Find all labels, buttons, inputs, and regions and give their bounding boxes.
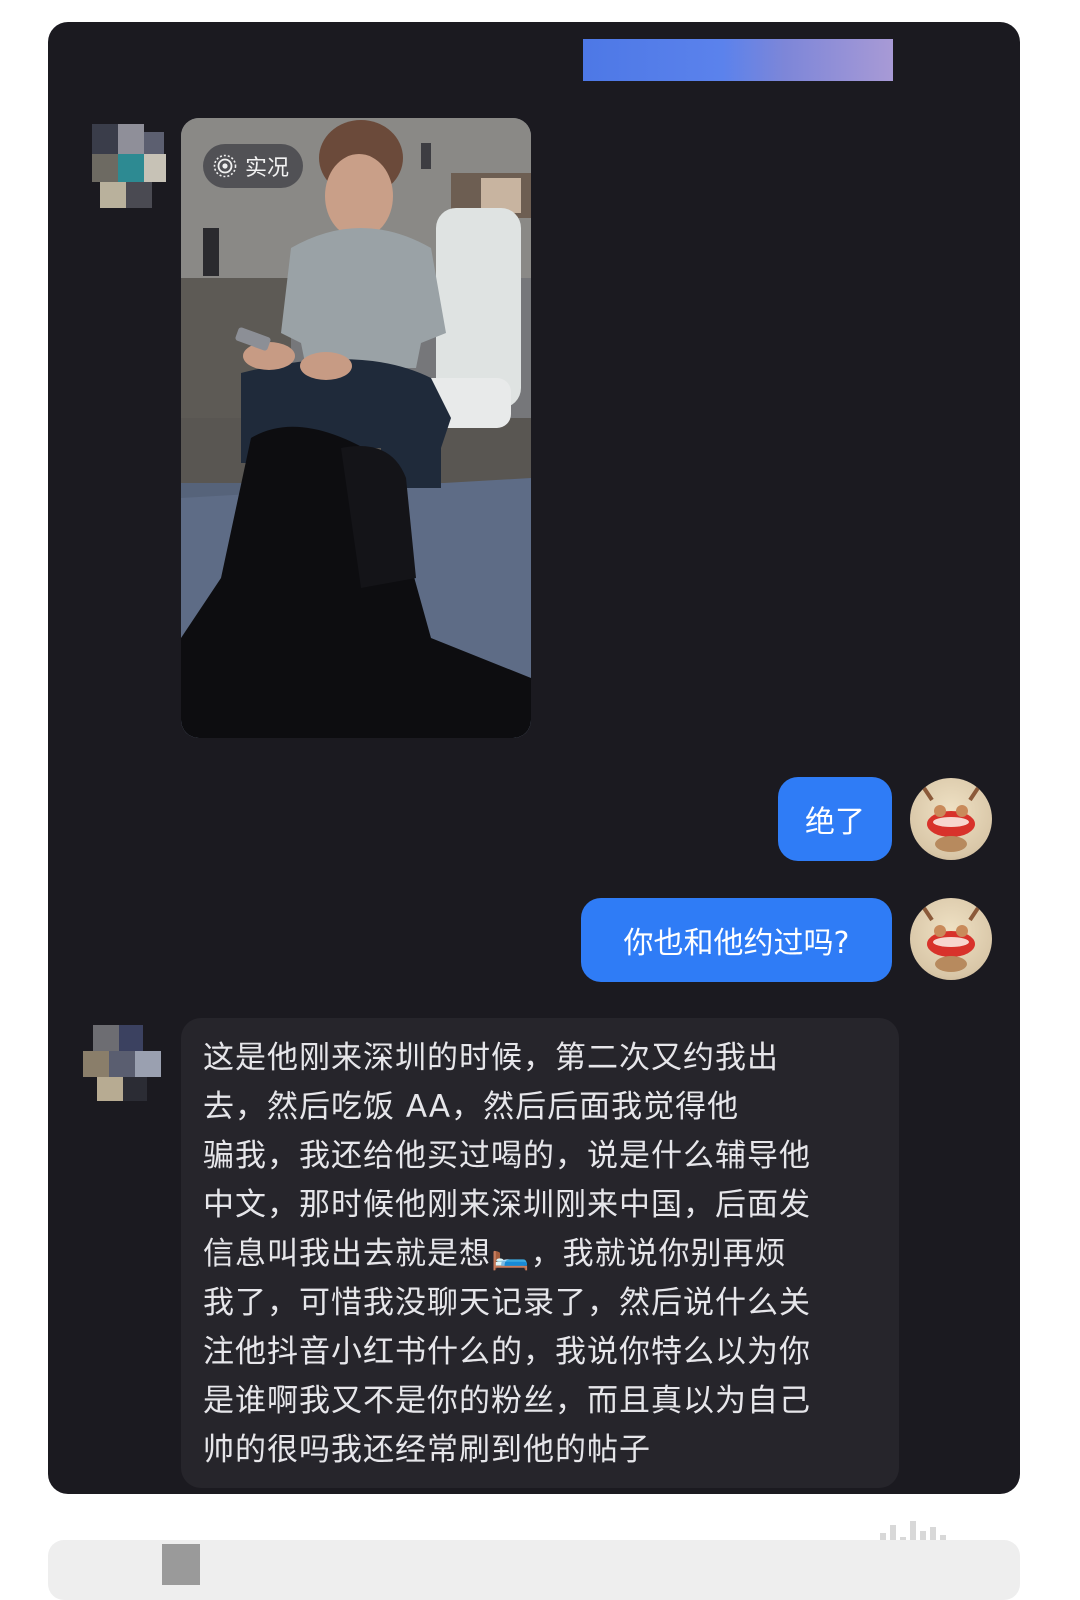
contact-avatar[interactable] [92,124,170,212]
room-photo [181,118,531,738]
incoming-message[interactable]: 这是他刚来深圳的时候，第二次又约我出 去，然后吃饭 AA，然后后面我觉得他 骗我… [181,1018,899,1488]
message-text: 你也和他约过吗? [623,926,850,961]
message-text: 绝了 [805,805,865,840]
my-avatar[interactable] [910,778,992,860]
live-photo-badge: 实况 [203,144,304,188]
live-photo-message[interactable]: 实况 [181,118,531,738]
message-line: 骗我，我还给他买过喝的，说是什么辅导他 [203,1138,811,1174]
message-line: 我了，可惜我没聊天记录了，然后说什么关 [203,1285,811,1321]
message-line: 这是他刚来深圳的时候，第二次又约我出 [203,1040,779,1076]
message-line: 帅的很吗我还经常刷到他的帖子 [203,1432,651,1468]
outgoing-message[interactable]: 你也和他约过吗? [581,898,892,982]
contact-avatar[interactable] [83,1025,161,1113]
bottom-bar-block [162,1544,200,1585]
crab-avatar-icon [922,786,980,852]
message-line: 中文，那时候他刚来深圳刚来中国，后面发 [203,1187,811,1223]
outgoing-message[interactable]: 绝了 [778,777,892,861]
my-avatar[interactable] [910,898,992,980]
live-photo-icon [213,154,237,178]
message-line: 信息叫我出去就是想🛏️，我就说你别再烦 [203,1236,787,1272]
message-line: 去，然后吃饭 AA，然后后面我觉得他 [203,1089,740,1125]
crab-avatar-icon [922,906,980,972]
previous-image-message[interactable] [583,39,893,81]
message-line: 是谁啊我又不是你的粉丝，而且真以为自己 [203,1383,811,1419]
message-line: 注他抖音小红书什么的，我说你特么以为你 [203,1334,811,1370]
live-photo-label: 实况 [245,156,290,181]
chat-window: 实况 绝了 你也和他约过吗? 这是他刚来深圳的时候，第二次又约我出 去，然后吃饭… [48,22,1020,1494]
